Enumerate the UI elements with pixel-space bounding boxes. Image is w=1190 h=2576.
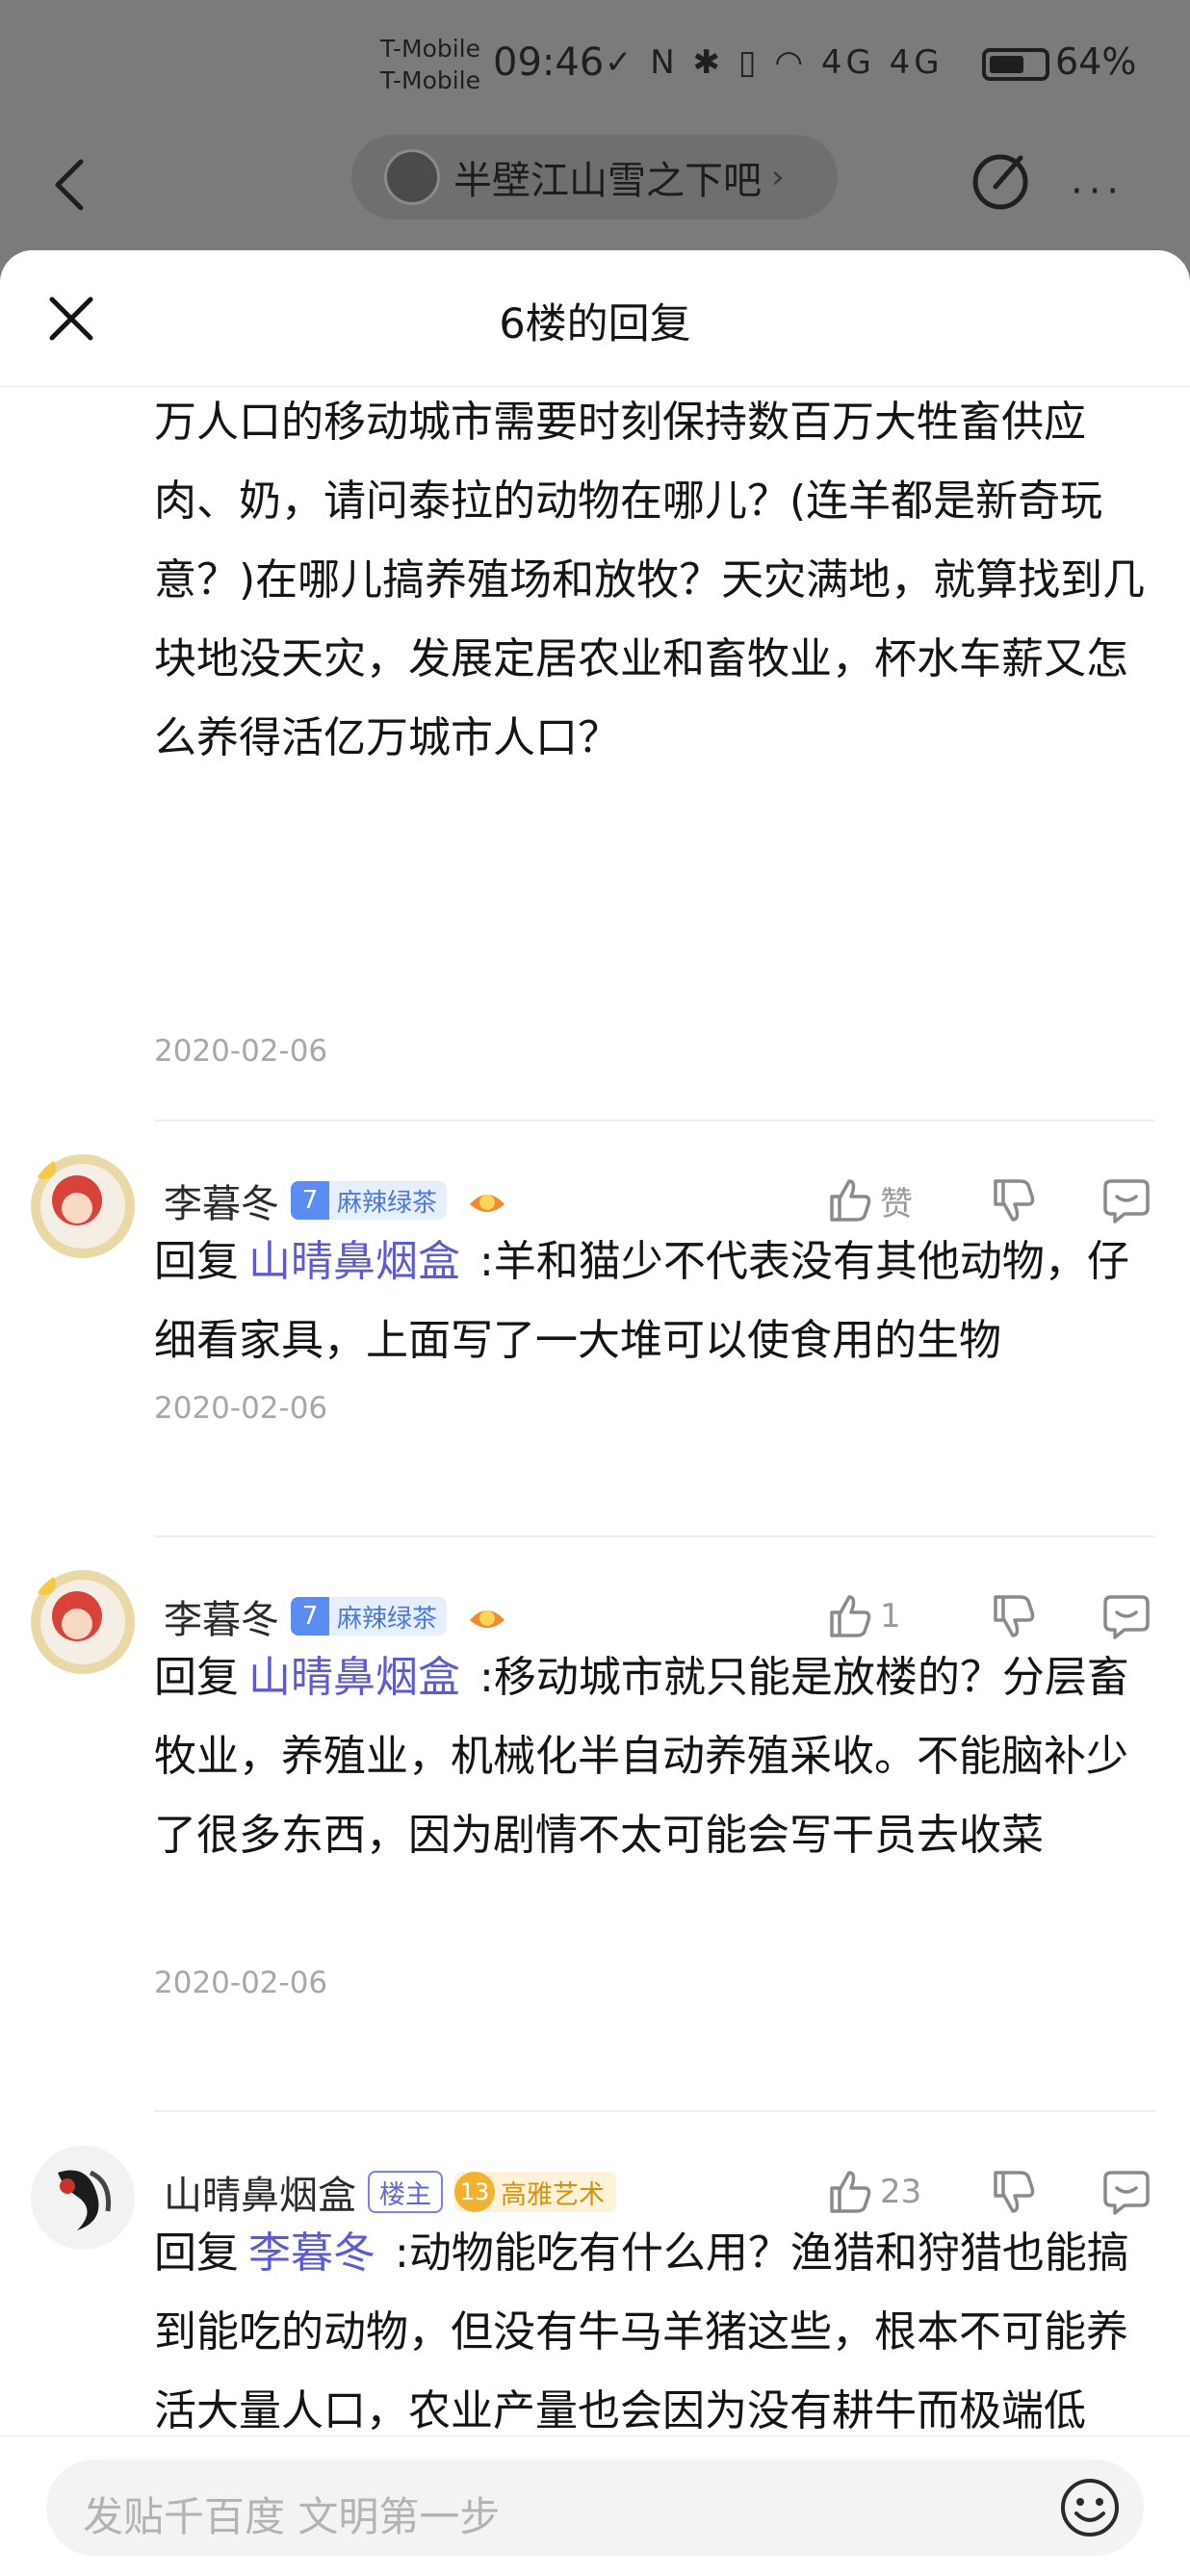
avatar-image <box>31 1570 135 1674</box>
thumbs-up-icon <box>830 1179 871 1222</box>
divider <box>154 1120 1155 1121</box>
action-bar: 23 <box>824 2163 1151 2221</box>
clock: 09:46 <box>493 40 605 85</box>
more-icon[interactable]: ··· <box>1071 169 1125 214</box>
level-badge[interactable]: 13 高雅艺术 <box>454 2172 616 2212</box>
reply-text: 回复 山晴鼻烟盒:移动城市就只能是放楼的？分层畜牧业，养殖业，机械化半自动养殖采收… <box>154 1653 1129 1860</box>
avatar-image <box>31 2146 135 2250</box>
avatar[interactable] <box>29 1568 137 1676</box>
battery-icon <box>982 48 1049 81</box>
reply-text: 回复 山晴鼻烟盒:羊和猫少不代表没有其他动物，仔细看家具，上面写了一大堆可以使食用… <box>154 1237 1129 1365</box>
user-row: 李暮冬 7 麻辣绿茶 <box>164 1587 508 1645</box>
chevron-right-icon: › <box>771 158 785 196</box>
avatar[interactable] <box>29 2144 137 2252</box>
comment-icon[interactable] <box>1101 1175 1151 1225</box>
reply-date: 2020-02-06 <box>154 1966 328 2000</box>
emoji-icon[interactable] <box>1059 2477 1121 2538</box>
reply-date: 2020-02-06 <box>154 1391 328 1426</box>
sheet-title: 6楼的回复 <box>499 300 691 348</box>
forum-name: 半壁江山雪之下吧 <box>453 159 762 203</box>
comment-icon[interactable] <box>1101 1591 1151 1641</box>
username[interactable]: 李暮冬 <box>164 1588 279 1644</box>
thumbs-down-icon[interactable] <box>988 1591 1038 1641</box>
action-bar: 1 <box>824 1587 1151 1645</box>
like-button[interactable]: 赞 <box>824 1175 959 1225</box>
forum-avatar <box>384 149 440 205</box>
owner-badge: 楼主 <box>368 2171 443 2213</box>
reply-sheet: 6楼的回复 万人口的移动城市需要时刻保持数百万大牲畜供应肉、奶，请问泰拉的动物在… <box>0 250 1190 2576</box>
thumbs-up-icon <box>830 1595 871 1637</box>
level-badge[interactable]: 7 麻辣绿茶 <box>291 1597 448 1636</box>
mention-link[interactable]: 山晴鼻烟盒 <box>248 1653 460 1702</box>
medal-icon <box>470 1610 505 1628</box>
username[interactable]: 山晴鼻烟盒 <box>164 2164 356 2220</box>
divider <box>154 1535 1155 1537</box>
medal-icon <box>470 1195 505 1212</box>
carrier-label: T-Mobile T-Mobile <box>380 35 481 94</box>
action-bar: 赞 <box>824 1172 1151 1229</box>
reply-input-placeholder: 发贴千百度 文明第一步 <box>83 2493 501 2540</box>
edit-icon[interactable] <box>967 146 1034 214</box>
avatar-image <box>31 1154 135 1258</box>
status-bar: T-Mobile T-Mobile 09:46 ✓ N ✱ ▯ ◠ 4G 4G … <box>0 0 1190 135</box>
divider <box>154 2110 1155 2112</box>
thumbs-down-icon[interactable] <box>988 1175 1038 1225</box>
continued-text: 万人口的移动城市需要时刻保持数百万大牲畜供应肉、奶，请问泰拉的动物在哪儿？(连羊… <box>154 398 1146 762</box>
thumbs-up-icon <box>830 2171 871 2213</box>
level-badge[interactable]: 7 麻辣绿茶 <box>291 1181 448 1220</box>
status-icons: ✓ N ✱ ▯ ◠ 4G 4G <box>605 43 944 82</box>
comment-icon[interactable] <box>1101 2167 1151 2217</box>
continued-date: 2020-02-06 <box>154 1034 328 1069</box>
top-nav: 半壁江山雪之下吧 › ··· <box>0 135 1190 260</box>
avatar[interactable] <box>29 1152 137 1260</box>
user-row: 山晴鼻烟盒 楼主 13 高雅艺术 <box>164 2163 616 2221</box>
username[interactable]: 李暮冬 <box>164 1172 279 1228</box>
forum-link[interactable]: 半壁江山雪之下吧 › <box>351 135 838 219</box>
thumbs-down-icon[interactable] <box>988 2167 1038 2217</box>
like-button[interactable]: 23 <box>824 2167 959 2217</box>
battery-percent: 64% <box>1055 40 1137 83</box>
mention-link[interactable]: 山晴鼻烟盒 <box>248 1237 460 1286</box>
reply-input[interactable]: 发贴千百度 文明第一步 <box>46 2460 1144 2556</box>
reply-input-bar: 发贴千百度 文明第一步 <box>0 2435 1190 2576</box>
battery-fill <box>990 56 1023 73</box>
mention-link[interactable]: 李暮冬 <box>248 2228 375 2278</box>
sheet-header: 6楼的回复 <box>0 250 1190 387</box>
user-row: 李暮冬 7 麻辣绿茶 <box>164 1172 508 1229</box>
like-button[interactable]: 1 <box>824 1591 959 1641</box>
back-arrow-icon[interactable] <box>50 156 89 214</box>
